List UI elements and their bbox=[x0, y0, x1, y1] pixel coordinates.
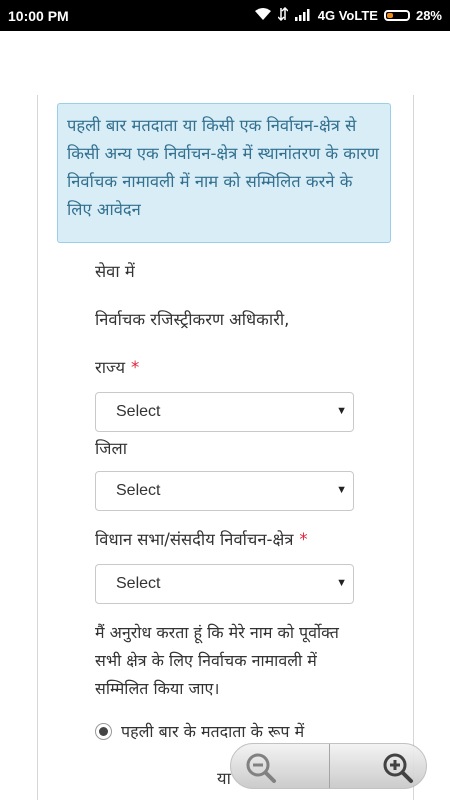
battery-icon bbox=[383, 10, 410, 21]
zoom-controls bbox=[230, 743, 427, 789]
application-notice: पहली बार मतदाता या किसी एक निर्वाचन-क्षे… bbox=[57, 103, 391, 243]
dropdown-arrow-icon: ▼ bbox=[336, 405, 347, 417]
zoom-in-icon[interactable] bbox=[382, 752, 414, 788]
zoom-out-icon[interactable] bbox=[245, 752, 277, 788]
required-marker: * bbox=[131, 358, 140, 377]
radio-button[interactable] bbox=[95, 722, 112, 740]
radio-first-time-label: पहली बार के मतदाता के रूप में bbox=[121, 722, 305, 741]
request-text: मैं अनुरोध करता हूं कि मेरे नाम को पूर्व… bbox=[95, 623, 339, 698]
salutation-text: सेवा में bbox=[95, 262, 135, 281]
network-label: 4G VoLTE bbox=[317, 8, 378, 23]
officer-text: निर्वाचक रजिस्ट्रीकरण अधिकारी, bbox=[95, 310, 290, 329]
district-select[interactable]: Select ▼ bbox=[95, 471, 354, 511]
status-indicators: 4G VoLTE 28% bbox=[254, 6, 442, 24]
status-bar: 10:00 PM 4G VoLTE 28% bbox=[0, 0, 450, 31]
constituency-select[interactable]: Select ▼ bbox=[95, 564, 354, 604]
district-select-value: Select bbox=[116, 482, 161, 499]
state-label: राज्य * bbox=[95, 355, 139, 378]
constituency-select-value: Select bbox=[116, 575, 161, 592]
or-text: या bbox=[217, 769, 231, 788]
zoom-divider bbox=[329, 744, 330, 788]
district-label: जिला bbox=[95, 439, 127, 458]
data-arrows-icon bbox=[277, 6, 289, 24]
constituency-label-text: विधान सभा/संसदीय निर्वाचन-क्षेत्र bbox=[95, 530, 294, 549]
battery-percent: 28% bbox=[415, 8, 442, 23]
state-select[interactable]: Select ▼ bbox=[95, 392, 354, 432]
state-select-value: Select bbox=[116, 403, 161, 420]
required-marker: * bbox=[299, 530, 308, 549]
signal-icon bbox=[294, 8, 312, 24]
wifi-icon bbox=[254, 7, 272, 24]
dropdown-arrow-icon: ▼ bbox=[336, 484, 347, 496]
status-time: 10:00 PM bbox=[8, 8, 69, 24]
radio-first-time-voter[interactable]: पहली बार के मतदाता के रूप में bbox=[95, 720, 304, 742]
dropdown-arrow-icon: ▼ bbox=[336, 577, 347, 589]
state-label-text: राज्य bbox=[95, 358, 126, 377]
constituency-label: विधान सभा/संसदीय निर्वाचन-क्षेत्र * bbox=[95, 527, 308, 550]
